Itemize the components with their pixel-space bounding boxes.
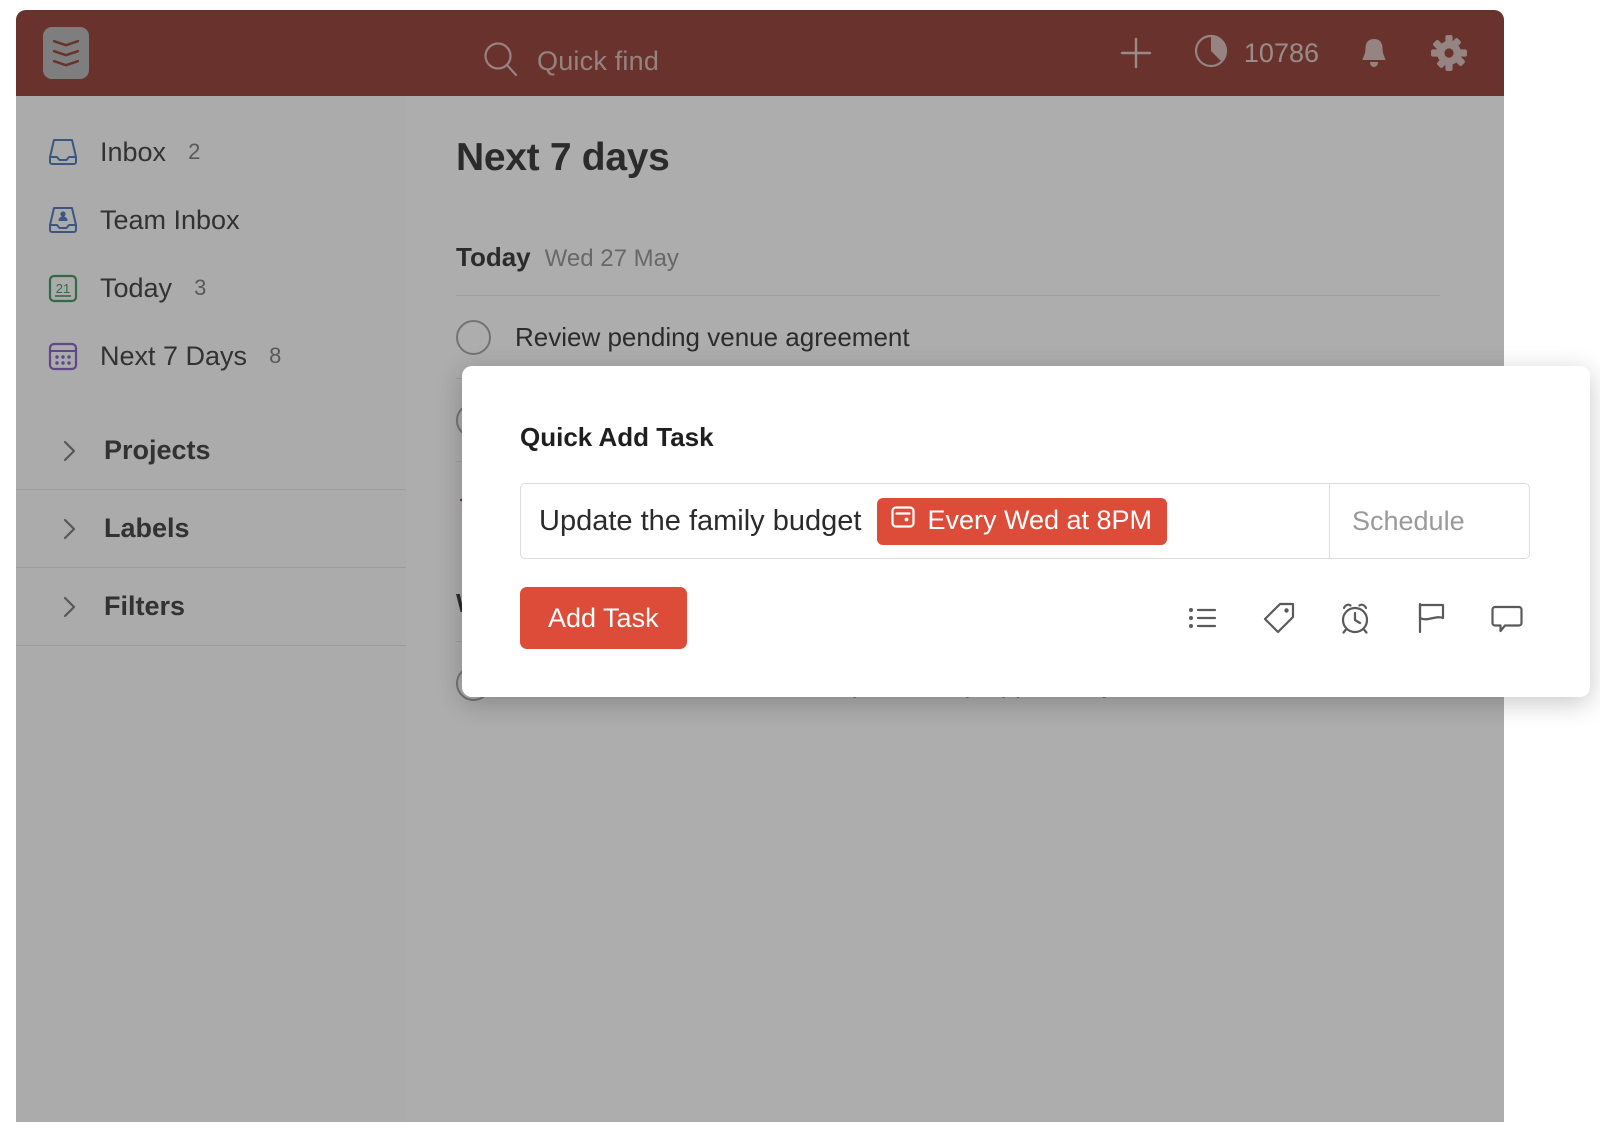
project-list-icon[interactable] — [1184, 599, 1222, 637]
quick-add-task-dialog: Quick Add Task Update the family budget … — [462, 366, 1590, 697]
schedule-field[interactable]: Schedule — [1329, 484, 1529, 558]
comment-bubble-icon[interactable] — [1488, 599, 1526, 637]
dialog-title: Quick Add Task — [520, 422, 1530, 453]
reminder-alarm-icon[interactable] — [1336, 599, 1374, 637]
recurring-date-text: Every Wed at 8PM — [927, 505, 1152, 536]
label-tag-icon[interactable] — [1260, 599, 1298, 637]
task-name-input[interactable]: Update the family budget Every Wed at 8P… — [521, 484, 1329, 558]
calendar-chip-icon — [890, 504, 916, 537]
add-task-button[interactable]: Add Task — [520, 587, 687, 649]
dialog-action-icons — [1184, 599, 1530, 637]
dialog-footer: Add Task — [520, 587, 1530, 649]
recurring-date-chip[interactable]: Every Wed at 8PM — [877, 498, 1167, 545]
task-input-wrapper[interactable]: Update the family budget Every Wed at 8P… — [520, 483, 1530, 559]
task-input-value: Update the family budget — [539, 505, 861, 538]
schedule-placeholder: Schedule — [1352, 506, 1465, 537]
priority-flag-icon[interactable] — [1412, 599, 1450, 637]
